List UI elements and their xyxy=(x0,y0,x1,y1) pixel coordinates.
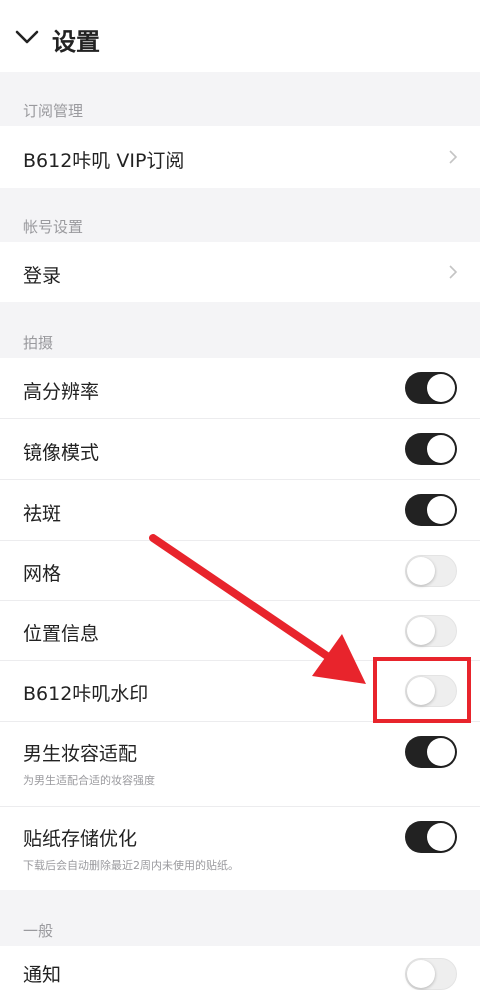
toggle-knob xyxy=(407,960,435,988)
row-label: 贴纸存储优化 xyxy=(23,828,138,850)
section-header-subscription: 订阅管理 xyxy=(0,72,480,126)
male-makeup-toggle[interactable] xyxy=(405,736,457,768)
row-label: 男生妆容适配 xyxy=(23,743,138,765)
row-mirror-mode: 镜像模式 xyxy=(0,419,480,479)
toggle-knob xyxy=(427,738,455,766)
blemish-removal-toggle[interactable] xyxy=(405,494,457,526)
row-blemish-removal: 祛斑 xyxy=(0,480,480,540)
high-resolution-toggle[interactable] xyxy=(405,372,457,404)
toggle-knob xyxy=(427,374,455,402)
section-title: 帐号设置 xyxy=(23,218,84,236)
section-title: 一般 xyxy=(23,922,54,940)
toggle-knob xyxy=(407,617,435,645)
row-label: 登录 xyxy=(23,265,62,287)
header-bar: 设置 xyxy=(0,0,480,72)
toggle-knob xyxy=(427,435,455,463)
row-location-info: 位置信息 xyxy=(0,601,480,660)
section-header-account: 帐号设置 xyxy=(0,188,480,242)
section-title: 拍摄 xyxy=(23,334,54,352)
row-description: 为男生适配合适的妆容强度 xyxy=(23,774,155,787)
section-title: 订阅管理 xyxy=(23,102,84,120)
page-title: 设置 xyxy=(52,28,100,56)
toggle-knob xyxy=(427,496,455,524)
row-label: B612咔叽水印 xyxy=(23,683,149,705)
row-vip-subscription[interactable]: B612咔叽 VIP订阅 xyxy=(0,126,480,188)
chevron-down-icon[interactable] xyxy=(14,28,40,46)
row-login[interactable]: 登录 xyxy=(0,242,480,302)
row-notification: 通知 xyxy=(0,946,480,990)
row-male-makeup: 男生妆容适配 为男生适配合适的妆容强度 xyxy=(0,722,480,806)
chevron-right-icon xyxy=(449,150,458,164)
row-description: 下载后会自动删除最近2周内未使用的贴纸。 xyxy=(23,859,239,872)
row-label: 网格 xyxy=(23,563,62,585)
sticker-storage-toggle[interactable] xyxy=(405,821,457,853)
row-label: 镜像模式 xyxy=(23,442,100,464)
section-header-general: 一般 xyxy=(0,890,480,946)
row-label: 位置信息 xyxy=(23,623,100,645)
location-info-toggle[interactable] xyxy=(405,615,457,647)
highlight-box xyxy=(373,657,471,723)
toggle-knob xyxy=(427,823,455,851)
chevron-right-icon xyxy=(449,265,458,279)
row-label: 通知 xyxy=(23,964,62,986)
grid-toggle[interactable] xyxy=(405,555,457,587)
toggle-knob xyxy=(407,557,435,585)
section-header-shooting: 拍摄 xyxy=(0,302,480,358)
row-label: B612咔叽 VIP订阅 xyxy=(23,150,185,172)
mirror-mode-toggle[interactable] xyxy=(405,433,457,465)
row-grid: 网格 xyxy=(0,541,480,600)
notification-toggle[interactable] xyxy=(405,958,457,990)
row-label: 高分辨率 xyxy=(23,381,100,403)
row-label: 祛斑 xyxy=(23,503,62,525)
row-sticker-storage: 贴纸存储优化 下载后会自动删除最近2周内未使用的贴纸。 xyxy=(0,807,480,890)
row-high-resolution: 高分辨率 xyxy=(0,358,480,418)
